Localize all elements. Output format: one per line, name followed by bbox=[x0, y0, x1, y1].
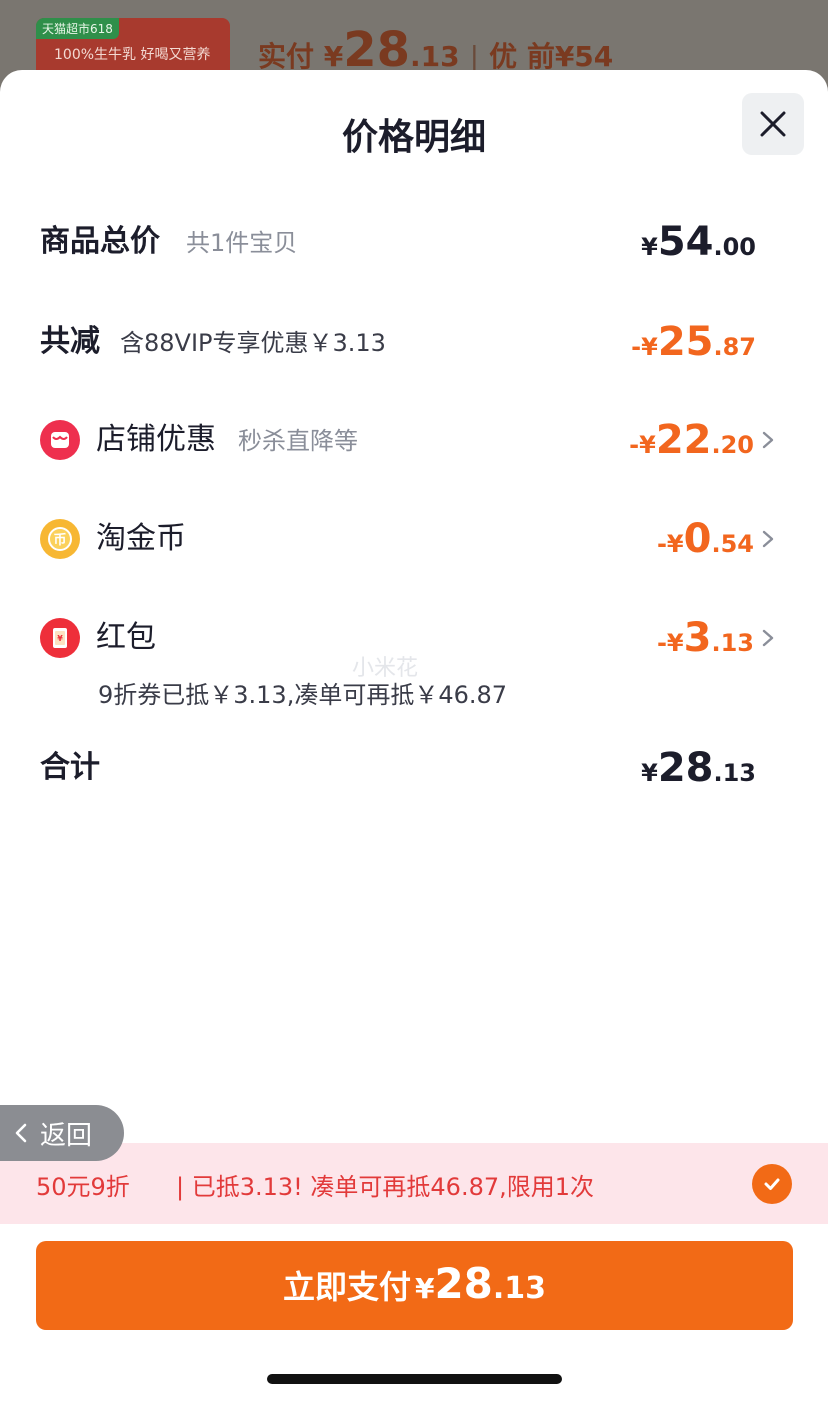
amount-integer: 28 bbox=[657, 745, 714, 791]
amount-integer: 0 bbox=[683, 516, 712, 562]
pay-amount-decimal: .13 bbox=[492, 1271, 547, 1306]
coupon-selected-check[interactable] bbox=[752, 1164, 792, 1204]
amount-decimal: .13 bbox=[713, 759, 756, 787]
chevron-left-icon bbox=[15, 1123, 27, 1143]
row-goods-total: 商品总价 共1件宝贝 ¥54.00 bbox=[40, 218, 788, 266]
thumbnail-caption: 100%生牛乳 好喝又营养 bbox=[54, 47, 211, 63]
coupon-promo-bar[interactable]: 50元9折 | 已抵3.13! 凑单可再抵46.87,限用1次 bbox=[0, 1143, 828, 1224]
amount-decimal: .87 bbox=[713, 333, 756, 361]
goods-total-count: 共1件宝贝 bbox=[186, 229, 298, 257]
red-packet-note: 9折券已抵￥3.13,凑单可再抵￥46.87 bbox=[98, 681, 508, 709]
sum-amount: ¥28.13 bbox=[641, 744, 756, 800]
red-packet-amount: -¥3.13 bbox=[657, 614, 754, 670]
amount-decimal: .00 bbox=[713, 233, 756, 261]
amount-currency: -¥ bbox=[631, 333, 658, 361]
red-packet-icon: ¥ bbox=[40, 618, 80, 658]
background-price-tail: 优 前¥54 bbox=[489, 40, 614, 73]
home-indicator[interactable] bbox=[267, 1374, 562, 1384]
shop-icon bbox=[40, 420, 80, 460]
row-total-reduction: 共减 含88VIP专享优惠￥3.13 -¥25.87 bbox=[40, 318, 788, 366]
coupon-name: 50元9折 bbox=[36, 1173, 130, 1201]
reduction-amount: -¥25.87 bbox=[631, 318, 756, 374]
shop-discount-note: 秒杀直降等 bbox=[238, 427, 358, 455]
shop-discount-amount: -¥22.20 bbox=[629, 416, 754, 472]
goods-total-label: 商品总价 bbox=[40, 224, 160, 259]
row-sum: 合计 ¥28.13 bbox=[40, 744, 788, 792]
reduction-label: 共减 bbox=[40, 324, 100, 359]
row-shop-discount[interactable]: 店铺优惠 秒杀直降等 -¥22.20 bbox=[40, 416, 788, 464]
chevron-right-icon bbox=[762, 530, 774, 548]
coin-icon: 币 bbox=[40, 519, 80, 559]
back-label: 返回 bbox=[40, 1120, 93, 1151]
amount-currency: -¥ bbox=[656, 629, 684, 657]
amount-integer: 3 bbox=[683, 615, 712, 661]
amount-integer: 54 bbox=[657, 219, 714, 265]
amount-integer: 22 bbox=[655, 417, 712, 463]
amount-decimal: .54 bbox=[711, 530, 754, 558]
amount-currency: ¥ bbox=[641, 233, 658, 261]
svg-text:币: 币 bbox=[53, 533, 66, 548]
thumbnail-tag: 天猫超市618 bbox=[36, 18, 119, 39]
pay-currency: ¥ bbox=[414, 1272, 435, 1305]
sum-label: 合计 bbox=[40, 750, 100, 785]
background-separator: | bbox=[469, 40, 480, 73]
chevron-right-icon bbox=[762, 629, 774, 647]
background-price-dec: .13 bbox=[410, 40, 460, 73]
amount-currency: ¥ bbox=[641, 759, 658, 787]
sheet-title: 价格明细 bbox=[341, 117, 486, 158]
shop-discount-label: 店铺优惠 bbox=[96, 422, 216, 457]
close-button[interactable] bbox=[742, 93, 804, 155]
check-icon bbox=[764, 1178, 780, 1190]
reduction-note: 含88VIP专享优惠￥3.13 bbox=[120, 329, 386, 357]
taojinbi-label: 淘金币 bbox=[96, 521, 186, 556]
amount-decimal: .13 bbox=[711, 629, 754, 657]
red-packet-label: 红包 bbox=[96, 620, 156, 655]
pay-now-label: 立即支付 bbox=[282, 1268, 411, 1306]
row-taojinbi[interactable]: 币 淘金币 -¥0.54 bbox=[40, 515, 788, 563]
pay-amount-integer: 28 bbox=[434, 1259, 493, 1308]
chevron-right-icon bbox=[762, 431, 774, 449]
back-button[interactable]: 返回 bbox=[0, 1105, 124, 1161]
coupon-status: | 已抵3.13! 凑单可再抵46.87,限用1次 bbox=[176, 1173, 595, 1201]
pay-now-button[interactable]: 立即支付 ¥28.13 bbox=[36, 1241, 793, 1330]
svg-text:¥: ¥ bbox=[57, 634, 63, 643]
amount-currency: -¥ bbox=[656, 530, 684, 558]
amount-currency: -¥ bbox=[629, 431, 656, 459]
watermark: 小米花 bbox=[352, 656, 419, 681]
taojinbi-amount: -¥0.54 bbox=[657, 515, 754, 571]
amount-integer: 25 bbox=[657, 319, 714, 365]
amount-decimal: .20 bbox=[711, 431, 754, 459]
goods-total-amount: ¥54.00 bbox=[641, 218, 756, 274]
close-icon bbox=[760, 111, 786, 137]
background-price-prefix: 实付 ¥ bbox=[258, 40, 344, 73]
